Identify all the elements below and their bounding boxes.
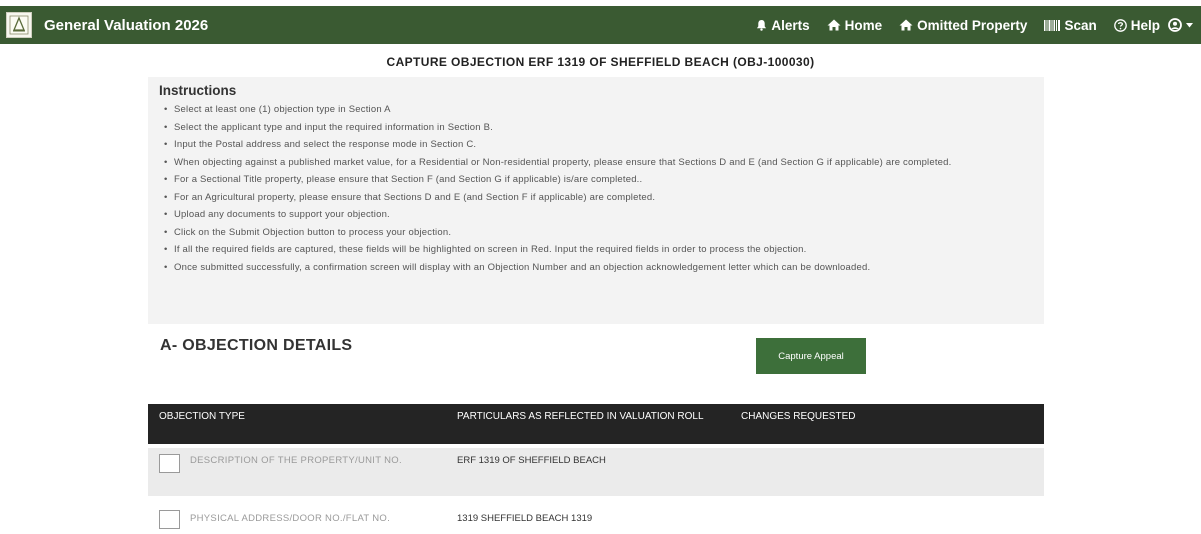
objection-type-label: DESCRIPTION OF THE PROPERTY/UNIT NO. [190, 455, 402, 466]
column-header-particulars: PARTICULARS AS REFLECTED IN VALUATION RO… [457, 411, 704, 422]
chevron-down-icon [1186, 22, 1193, 27]
user-icon [1168, 18, 1182, 32]
user-menu[interactable] [1168, 18, 1197, 32]
app-logo[interactable] [6, 12, 32, 38]
instructions-heading: Instructions [159, 83, 237, 98]
objection-type-checkbox[interactable] [159, 454, 180, 473]
nav-alerts-label: Alerts [771, 17, 810, 33]
barcode-icon [1044, 19, 1061, 31]
table-row: PHYSICAL ADDRESS/DOOR NO./FLAT NO. 1319 … [148, 508, 1044, 534]
table-row: DESCRIPTION OF THE PROPERTY/UNIT NO. ERF… [148, 448, 1044, 496]
home-icon [899, 19, 913, 31]
main-nav: Alerts Home Omitted Property Scan Help [739, 6, 1197, 44]
nav-scan[interactable]: Scan [1044, 17, 1097, 33]
nav-help-label: Help [1130, 17, 1160, 33]
instruction-item: For an Agricultural property, please ens… [159, 189, 1033, 207]
logo-emblem-icon [9, 15, 29, 35]
instruction-item: Once submitted successfully, a confirmat… [159, 259, 1033, 277]
instruction-item: When objecting against a published marke… [159, 154, 1033, 172]
page-title: CAPTURE OBJECTION ERF 1319 OF SHEFFIELD … [386, 55, 815, 69]
instruction-item: Upload any documents to support your obj… [159, 206, 1033, 224]
nav-help[interactable]: Help [1113, 17, 1160, 33]
nav-home-label: Home [844, 17, 883, 33]
home-icon [827, 19, 841, 31]
instruction-item: If all the required fields are captured,… [159, 241, 1033, 259]
table-header: OBJECTION TYPE PARTICULARS AS REFLECTED … [148, 404, 1044, 444]
help-circle-icon [1113, 18, 1127, 32]
particulars-value: 1319 SHEFFIELD BEACH 1319 [457, 513, 593, 524]
section-a-title: A- OBJECTION DETAILS [160, 337, 353, 354]
nav-home[interactable]: Home [827, 17, 883, 33]
objection-type-label: PHYSICAL ADDRESS/DOOR NO./FLAT NO. [190, 513, 391, 524]
app-title[interactable]: General Valuation 2026 [44, 17, 208, 34]
instruction-item: Click on the Submit Objection button to … [159, 224, 1033, 242]
bell-icon [757, 19, 767, 31]
particulars-value: ERF 1319 OF SHEFFIELD BEACH [457, 455, 606, 466]
instruction-item: Input the Postal address and select the … [159, 136, 1033, 154]
column-header-changes-requested: CHANGES REQUESTED [741, 411, 856, 422]
instructions-list: Select at least one (1) objection type i… [159, 101, 1033, 276]
instructions-panel: Instructions Select at least one (1) obj… [148, 77, 1044, 324]
nav-omitted-property-label: Omitted Property [917, 17, 1028, 33]
objection-details-table: OBJECTION TYPE PARTICULARS AS REFLECTED … [148, 404, 1044, 534]
nav-alerts[interactable]: Alerts [756, 17, 810, 33]
nav-omitted-property[interactable]: Omitted Property [899, 18, 1027, 33]
column-header-objection-type: OBJECTION TYPE [159, 411, 245, 422]
objection-type-checkbox[interactable] [159, 510, 180, 529]
capture-appeal-button[interactable]: Capture Appeal [756, 338, 866, 374]
instruction-item: Select the applicant type and input the … [159, 119, 1033, 137]
nav-scan-label: Scan [1064, 17, 1097, 33]
instruction-item: Select at least one (1) objection type i… [159, 101, 1033, 119]
instruction-item: For a Sectional Title property, please e… [159, 171, 1033, 189]
top-navbar: General Valuation 2026 Alerts Home Omitt… [0, 6, 1201, 44]
